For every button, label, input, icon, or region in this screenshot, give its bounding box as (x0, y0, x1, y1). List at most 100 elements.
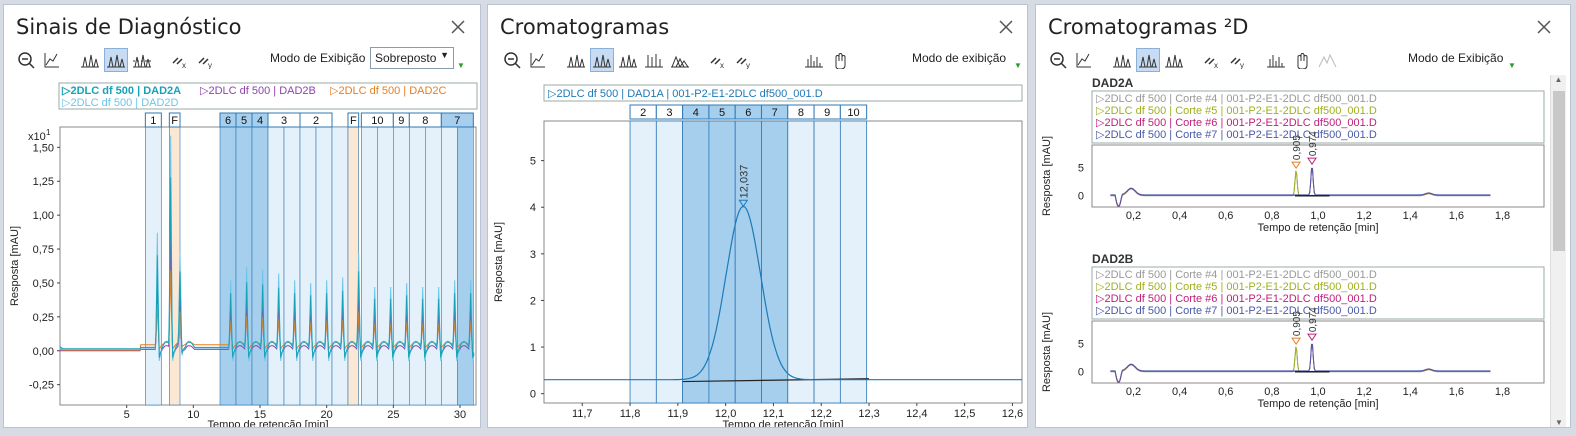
waterfall-icon[interactable] (668, 48, 692, 72)
x-tick-label: 1,6 (1449, 386, 1464, 398)
peaks-overlay-icon[interactable] (1110, 48, 1134, 72)
peaks-overlay-icon[interactable] (564, 48, 588, 72)
zoom-out-icon[interactable] (1046, 48, 1070, 72)
peaks-split-icon[interactable] (1162, 48, 1186, 72)
x-tick-label: 12,6 (1002, 408, 1023, 420)
display-mode-label[interactable]: Modo de Exibição (1408, 51, 1503, 65)
x-tick-label: 0,2 (1126, 386, 1141, 398)
cut-label: F (350, 115, 357, 127)
cut-label: 9 (824, 107, 830, 119)
unlink-x-icon[interactable]: x (706, 48, 730, 72)
unlink-y-icon[interactable]: y (1226, 48, 1250, 72)
peak-label: 0,905 (1292, 311, 1303, 336)
subplot-title: DAD2A (1092, 76, 1134, 90)
green-arrow-icon: ▼ (1508, 61, 1516, 70)
x-tick-label: 25 (387, 409, 399, 421)
autoscale-y-icon[interactable] (40, 48, 64, 72)
autoscale-y-icon[interactable] (526, 48, 550, 72)
cut-label: 5 (719, 107, 725, 119)
cut-label: 6 (225, 115, 231, 127)
cut-label: 10 (847, 107, 859, 119)
cut-region (708, 120, 736, 404)
cut-region (219, 126, 237, 406)
close-icon[interactable] (998, 19, 1014, 35)
panel-chromatograms: Cromatogramas x y Modo de exibição ▼ ▷2D… (487, 4, 1028, 428)
y-multiplier-exp: 1 (46, 128, 51, 137)
legend-item: ▷2DLC df 500 | DAD2C (330, 85, 447, 97)
y-tick-label: 1 (530, 342, 536, 354)
cut-region (235, 126, 253, 406)
x-tick-label: 1,0 (1310, 210, 1325, 222)
peaks-3d-icon[interactable] (642, 48, 666, 72)
zoom-out-icon[interactable] (500, 48, 524, 72)
diagnostic-chart[interactable]: ▷2DLC df 500 | DAD2A ▷2DLC df 500 | DAD2B… (4, 77, 481, 428)
peaks-overlay-icon[interactable] (78, 48, 102, 72)
cut-region (734, 120, 762, 404)
x-axis-label: Tempo de retenção [min] (1257, 222, 1378, 234)
x-tick-label: 11,9 (668, 408, 689, 420)
x-tick-label: 1,8 (1495, 210, 1510, 222)
unlink-x-icon[interactable]: x (168, 48, 192, 72)
panel-diagnostic-signals: Sinais de Diagnóstico x y Modo de Exibiç… (3, 4, 481, 428)
x-tick-label: 1,6 (1449, 210, 1464, 222)
legend-item: ▷2DLC df 500 | DAD1A | 001-P2-E1-2DLC df… (548, 88, 823, 100)
cut-label: 6 (745, 107, 751, 119)
x-tick-label: 1,0 (1310, 386, 1325, 398)
chromatogram-chart[interactable]: ▷2DLC df 500 | DAD1A | 001-P2-E1-2DLC df… (488, 77, 1028, 428)
unlink-y-icon[interactable]: y (194, 48, 218, 72)
vertical-scrollbar[interactable]: ▲ ▼ (1550, 75, 1566, 427)
cut-region (315, 126, 333, 406)
unlink-x-icon[interactable]: x (1200, 48, 1224, 72)
legend-item: ▷2DLC df 500 | Corte #7 | 001-P2-E1-2DLC… (1096, 129, 1377, 141)
chromatogram-2d-chart[interactable]: DAD2A ▷2DLC df 500 | Corte #4 | 001-P2-E1… (1036, 75, 1548, 428)
peak-ghost-icon (1316, 48, 1340, 72)
close-icon[interactable] (1536, 19, 1552, 35)
peaks-split-icon[interactable] (130, 48, 154, 72)
scroll-up-icon[interactable]: ▲ (1551, 75, 1566, 84)
green-arrow-icon: ▼ (1014, 61, 1022, 70)
hand-pan-icon[interactable] (828, 48, 852, 72)
unlink-y-icon[interactable]: y (732, 48, 756, 72)
y-tick-label: 0,75 (33, 244, 54, 256)
bar-chart-icon[interactable] (802, 48, 826, 72)
x-tick-label: 1,2 (1356, 210, 1371, 222)
cut-region (267, 126, 285, 406)
x-tick-label: 0,6 (1218, 386, 1233, 398)
zoom-out-icon[interactable] (14, 48, 38, 72)
display-mode-select[interactable]: Sobreposto ▼ (370, 47, 454, 69)
peaks-split-icon[interactable] (616, 48, 640, 72)
display-mode-label: Modo de Exibição (270, 51, 366, 65)
x-tick-label: 12,5 (954, 408, 975, 420)
scrollbar-thumb[interactable] (1553, 91, 1565, 251)
peaks-stack-icon[interactable] (1136, 48, 1160, 72)
legend-item: ▷2DLC df 500 | Corte #4 | 001-P2-E1-2DLC… (1096, 269, 1377, 281)
display-mode-value: Sobreposto (375, 51, 437, 65)
x-tick-label: 0,8 (1264, 210, 1279, 222)
cut-label: 4 (693, 107, 699, 119)
svg-text:y: y (746, 61, 750, 69)
peaks-stack-icon[interactable] (104, 48, 128, 72)
y-axis-label: Resposta [mAU] (9, 226, 21, 306)
display-mode-label[interactable]: Modo de exibição (912, 51, 1006, 65)
x-tick-label: 1,4 (1403, 210, 1418, 222)
peaks-stack-icon[interactable] (590, 48, 614, 72)
hand-pan-icon[interactable] (1290, 48, 1314, 72)
cut-region (682, 120, 710, 404)
legend-item: ▷2DLC df 500 | DAD2B (200, 85, 316, 97)
chevron-down-icon: ▼ (440, 50, 449, 60)
peak-label: 0,974 (1308, 131, 1319, 156)
y-tick-label: 0 (1078, 367, 1084, 379)
y-axis-label: Resposta [mAU] (1041, 136, 1053, 216)
autoscale-y-icon[interactable] (1072, 48, 1096, 72)
scroll-down-icon[interactable]: ▼ (1551, 418, 1567, 427)
y-axis-label: Resposta [mAU] (493, 222, 505, 302)
x-axis-label: Tempo de retenção [min] (207, 419, 328, 428)
panel-title: Cromatogramas (500, 15, 670, 39)
bar-chart-icon[interactable] (1264, 48, 1288, 72)
legend-item: ▷2DLC df 500 | DAD2D (62, 97, 179, 109)
x-tick-label: 1,8 (1495, 386, 1510, 398)
legend-item: ▷2DLC df 500 | Corte #5 | 001-P2-E1-2DLC… (1096, 281, 1377, 293)
y-tick-label: 1,00 (33, 210, 54, 222)
y-tick-label: 5 (1078, 163, 1084, 175)
close-icon[interactable] (450, 19, 466, 35)
